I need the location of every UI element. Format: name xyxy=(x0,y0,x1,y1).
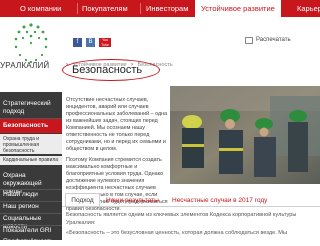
body-text-line: Безопасность является одним из ключевых … xyxy=(66,212,297,218)
nav-item-sustainability[interactable]: Устойчивое развитие xyxy=(195,0,281,17)
print-icon[interactable] xyxy=(245,37,253,44)
nav-item-company[interactable]: О компании xyxy=(20,0,61,17)
sidebar-item-strategy[interactable]: Стратегический подход xyxy=(0,100,62,116)
nav-divider xyxy=(140,3,141,14)
sidebar-divider xyxy=(0,213,62,214)
body-text-line: Уралкалия: xyxy=(66,220,96,226)
tab-approach[interactable]: Подход xyxy=(65,193,100,207)
sidebar-divider xyxy=(0,201,62,202)
youtube-icon[interactable]: You Tube xyxy=(99,38,111,47)
body-text-line: «Безопасность – это безусловная ценность… xyxy=(66,230,287,236)
sidebar-subitem-cardinal-rules[interactable]: Кардинальные правила xyxy=(0,156,62,165)
logo-emblem-icon xyxy=(14,23,48,64)
sidebar-item-our-region[interactable]: Наш регион xyxy=(0,203,62,211)
tab-results[interactable]: Наши результаты xyxy=(106,195,159,206)
sidebar-item-reporting[interactable]: Профотчётность xyxy=(0,238,62,246)
sidebar-subitem-occupational-safety[interactable]: Охрана труда и промышленная безопасность xyxy=(0,134,62,154)
nav-item-customers[interactable]: Покупателям xyxy=(82,0,128,17)
sidebar-divider xyxy=(0,189,62,190)
brand-name: УРАЛКАЛИЙ xyxy=(0,61,50,70)
workers-photo xyxy=(170,86,320,184)
vk-icon[interactable]: B xyxy=(86,38,95,47)
sidebar-divider xyxy=(0,225,62,226)
tab-underline xyxy=(62,206,320,207)
top-navigation: О компании Покупателям Инвесторам Устойч… xyxy=(0,0,320,17)
facebook-icon[interactable]: f xyxy=(73,38,82,47)
brand-logo[interactable]: УРАЛКАЛИЙ xyxy=(0,17,62,92)
nav-item-investors[interactable]: Инвесторам xyxy=(146,0,188,17)
sidebar-item-safety[interactable]: Безопасность xyxy=(0,119,62,133)
intro-paragraph: Отсутствие несчастных случаев, инциденто… xyxy=(66,97,168,152)
sidebar-item-our-people[interactable]: Наши люди xyxy=(0,191,62,199)
sidebar: Стратегический подход Безопасность Охран… xyxy=(0,92,62,245)
tab-accidents-2017[interactable]: Несчастные случаи в 2017 году xyxy=(172,195,267,206)
sidebar-item-gri[interactable]: Показатели GRI xyxy=(0,227,62,235)
nav-item-career[interactable]: Карьера xyxy=(297,0,320,17)
page-title: Безопасность xyxy=(72,64,143,76)
nav-divider xyxy=(77,3,78,14)
print-link[interactable]: Распечатать xyxy=(256,37,291,43)
